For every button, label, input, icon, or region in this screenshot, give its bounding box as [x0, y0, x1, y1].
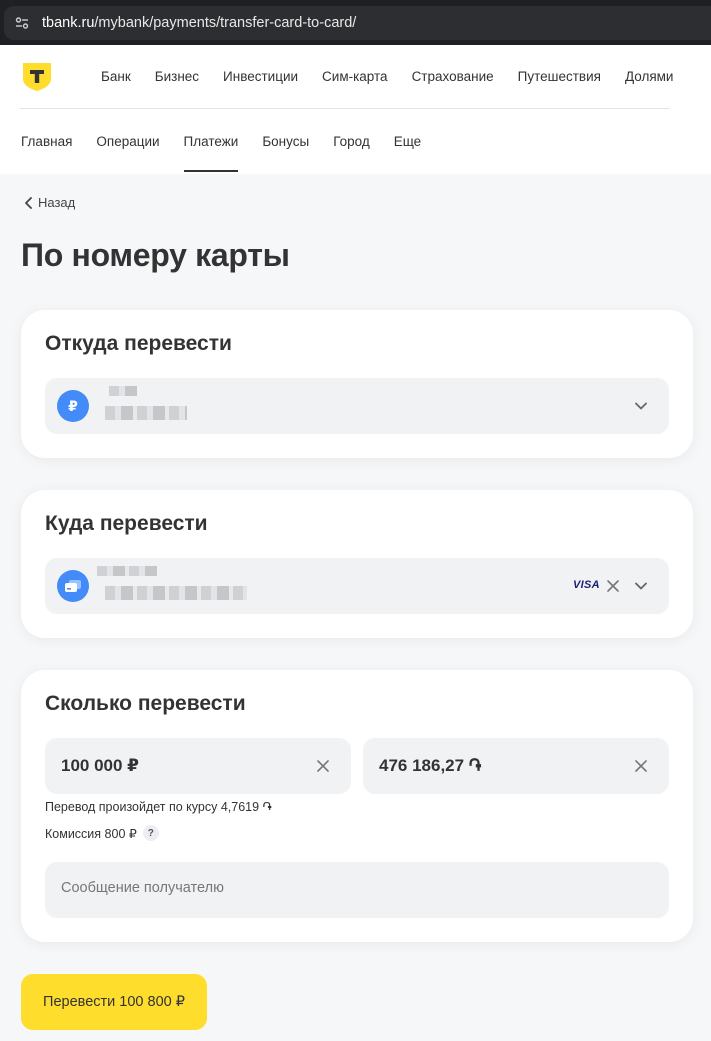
masked-card-number: [105, 586, 247, 600]
card-icon: [57, 570, 89, 602]
top-nav-business[interactable]: Бизнес: [155, 69, 199, 84]
amount-converted-value: 476 186,27 ֏: [379, 756, 482, 775]
site-header: Банк Бизнес Инвестиции Сим-карта Страхов…: [0, 45, 711, 174]
clear-amount-rub-icon[interactable]: [316, 759, 330, 773]
fee-text: Комиссия 800 ₽: [45, 826, 137, 841]
top-nav-sim[interactable]: Сим-карта: [322, 69, 388, 84]
header-divider: [20, 108, 670, 109]
amount-rub-input[interactable]: 100 000 ₽: [45, 738, 351, 794]
clear-amount-converted-icon[interactable]: [634, 759, 648, 773]
back-label: Назад: [38, 195, 76, 210]
chevron-down-icon[interactable]: [633, 398, 649, 414]
top-nav-installments[interactable]: Долями: [625, 69, 674, 84]
browser-address-bar: tbank.ru/mybank/payments/transfer-card-t…: [0, 0, 711, 45]
amount-rub-value: 100 000 ₽: [61, 756, 140, 775]
sub-nav: Главная Операции Платежи Бонусы Город Ещ…: [21, 134, 445, 174]
back-link[interactable]: Назад: [24, 195, 75, 210]
url-text: tbank.ru/mybank/payments/transfer-card-t…: [42, 15, 357, 31]
tab-more[interactable]: Еще: [394, 134, 421, 174]
to-card-title: Куда перевести: [45, 512, 208, 535]
recipient-message-input[interactable]: [61, 880, 641, 896]
top-nav: Банк Бизнес Инвестиции Сим-карта Страхов…: [101, 69, 697, 84]
recipient-message-field[interactable]: [45, 862, 669, 918]
transfer-button[interactable]: Перевести 100 800 ₽: [21, 974, 207, 1030]
url-field[interactable]: tbank.ru/mybank/payments/transfer-card-t…: [4, 6, 711, 40]
chevron-left-icon: [25, 196, 32, 209]
exchange-rate-text: Перевод произойдет по курсу 4,7619 ֏: [45, 800, 272, 814]
top-nav-investments[interactable]: Инвестиции: [223, 69, 298, 84]
tab-operations[interactable]: Операции: [96, 134, 159, 174]
top-nav-insurance[interactable]: Страхование: [412, 69, 494, 84]
from-card-title: Откуда перевести: [45, 332, 232, 355]
tab-payments[interactable]: Платежи: [183, 134, 238, 174]
tab-bonuses[interactable]: Бонусы: [262, 134, 309, 174]
fee-row: Комиссия 800 ₽ ?: [45, 825, 159, 841]
amount-converted-input[interactable]: 476 186,27 ֏: [363, 738, 669, 794]
masked-account-name: [109, 386, 137, 396]
ruble-account-icon: ₽: [57, 390, 89, 422]
fee-help-icon[interactable]: ?: [142, 825, 159, 841]
chevron-down-icon[interactable]: [633, 578, 649, 594]
to-card-select[interactable]: VISA: [45, 558, 669, 614]
amount-title: Сколько перевести: [45, 692, 246, 715]
site-settings-icon[interactable]: [14, 15, 30, 31]
amount-section: Сколько перевести 100 000 ₽ 476 186,27 ֏…: [21, 670, 693, 942]
top-nav-travel[interactable]: Путешествия: [518, 69, 601, 84]
tab-home[interactable]: Главная: [21, 134, 72, 174]
masked-account-balance: [105, 406, 187, 420]
from-card-section: Откуда перевести ₽: [21, 310, 693, 458]
top-nav-bank[interactable]: Банк: [101, 69, 131, 84]
visa-logo-icon: VISA: [573, 579, 600, 591]
tab-city[interactable]: Город: [333, 134, 370, 174]
masked-card-owner: [97, 566, 157, 576]
clear-card-icon[interactable]: [606, 579, 620, 593]
page-title: По номеру карты: [21, 237, 290, 273]
tbank-logo-icon[interactable]: [22, 62, 52, 92]
from-account-select[interactable]: ₽: [45, 378, 669, 434]
to-card-section: Куда перевести VISA: [21, 490, 693, 638]
